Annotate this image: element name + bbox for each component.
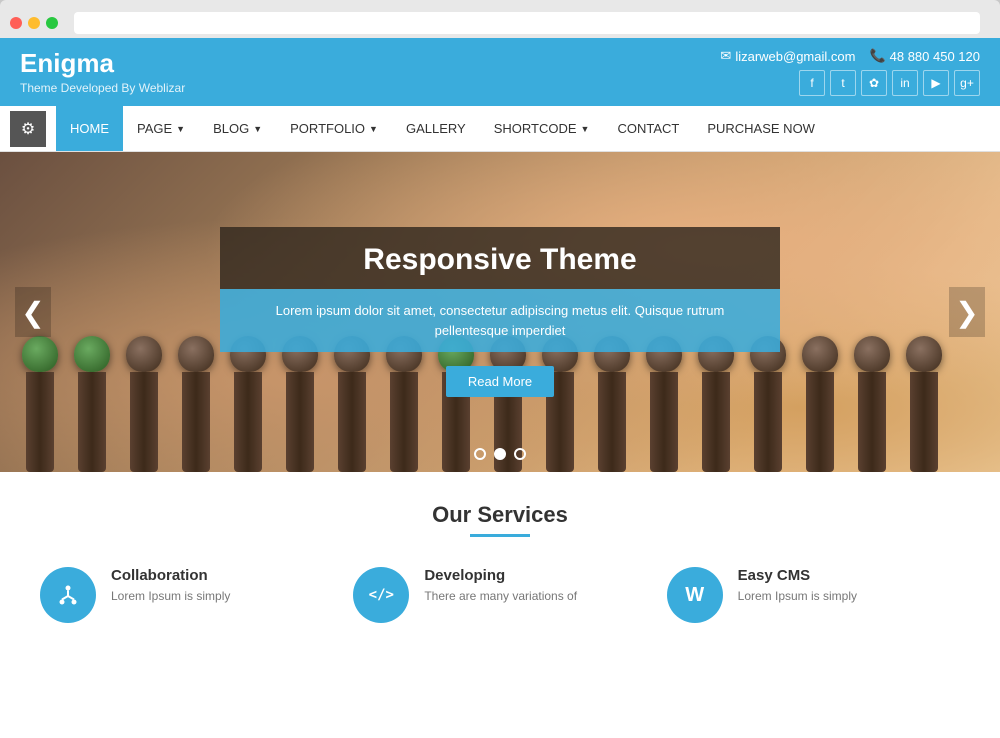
services-grid: Collaboration Lorem Ipsum is simply </> … <box>40 567 960 623</box>
contact-info: ✉ lizarweb@gmail.com 📞 48 880 450 120 <box>720 48 980 64</box>
cms-icon: W <box>667 567 723 623</box>
social-twitter[interactable]: t <box>830 70 856 96</box>
slider-dot-3[interactable] <box>514 448 526 460</box>
hero-description: Lorem ipsum dolor sit amet, consectetur … <box>240 301 760 340</box>
slider-dot-2[interactable] <box>494 448 506 460</box>
knob-16 <box>800 336 840 472</box>
browser-dot-green[interactable] <box>46 17 58 29</box>
portfolio-arrow: ▼ <box>369 124 378 134</box>
hero-desc-box: Lorem ipsum dolor sit amet, consectetur … <box>220 289 780 352</box>
developing-title: Developing <box>424 567 577 584</box>
social-youtube[interactable]: ▶ <box>923 70 949 96</box>
blog-arrow: ▼ <box>253 124 262 134</box>
collaboration-icon <box>40 567 96 623</box>
page-arrow: ▼ <box>176 124 185 134</box>
browser-chrome <box>0 0 1000 38</box>
service-cms-text: Easy CMS Lorem Ipsum is simply <box>738 567 857 605</box>
code-icon: </> <box>369 587 394 603</box>
knob-17 <box>852 336 892 472</box>
hero-overlay: Responsive Theme Lorem ipsum dolor sit a… <box>220 227 780 397</box>
brand-tagline: Theme Developed By Weblizar <box>20 81 185 95</box>
phone-info: 📞 48 880 450 120 <box>869 48 980 64</box>
services-section: Our Services Collaboration Lorem Ip <box>0 472 1000 643</box>
service-cms: W Easy CMS Lorem Ipsum is simply <box>667 567 960 623</box>
social-linkedin[interactable]: in <box>892 70 918 96</box>
email-info: ✉ lizarweb@gmail.com <box>720 48 855 64</box>
email-icon: ✉ <box>720 48 731 64</box>
slider-dot-1[interactable] <box>474 448 486 460</box>
knob-4 <box>176 336 216 472</box>
knob-3 <box>124 336 164 472</box>
read-more-button[interactable]: Read More <box>446 366 554 397</box>
nav-home[interactable]: HOME <box>56 106 123 151</box>
hero-slider: Responsive Theme Lorem ipsum dolor sit a… <box>0 152 1000 472</box>
phone-icon: 📞 <box>869 48 885 64</box>
cms-title: Easy CMS <box>738 567 857 584</box>
service-developing: </> Developing There are many variations… <box>353 567 646 623</box>
wordpress-icon: W <box>685 584 704 607</box>
nav-purchase[interactable]: PURCHASE NOW <box>693 106 829 151</box>
nav-blog[interactable]: BLOG ▼ <box>199 106 276 151</box>
slider-next-button[interactable]: ❯ <box>949 287 985 337</box>
nav-links: HOME PAGE ▼ BLOG ▼ PORTFOLIO ▼ GALLERY S… <box>56 106 829 151</box>
navbar: ⚙ HOME PAGE ▼ BLOG ▼ PORTFOLIO ▼ GALLERY… <box>0 106 1000 152</box>
social-facebook[interactable]: f <box>799 70 825 96</box>
address-bar[interactable] <box>74 12 980 34</box>
hero-title-box: Responsive Theme <box>220 227 780 289</box>
slider-dots <box>474 448 526 460</box>
website: Enigma Theme Developed By Weblizar ✉ liz… <box>0 38 1000 738</box>
knob-2 <box>72 336 112 472</box>
nav-gallery[interactable]: GALLERY <box>392 106 480 151</box>
collaboration-desc: Lorem Ipsum is simply <box>111 588 230 605</box>
header: Enigma Theme Developed By Weblizar ✉ liz… <box>0 38 1000 106</box>
service-collaboration: Collaboration Lorem Ipsum is simply <box>40 567 333 623</box>
browser-dot-red[interactable] <box>10 17 22 29</box>
shortcode-arrow: ▼ <box>581 124 590 134</box>
brand-name: Enigma <box>20 48 185 79</box>
nav-portfolio[interactable]: PORTFOLIO ▼ <box>276 106 392 151</box>
brand: Enigma Theme Developed By Weblizar <box>20 48 185 95</box>
developing-icon: </> <box>353 567 409 623</box>
services-title: Our Services <box>40 502 960 528</box>
hero-title: Responsive Theme <box>250 243 750 277</box>
social-icons: f t ✿ in ▶ g+ <box>720 70 980 96</box>
social-google[interactable]: g+ <box>954 70 980 96</box>
nav-shortcode[interactable]: SHORTCODE ▼ <box>480 106 604 151</box>
email-text: lizarweb@gmail.com <box>735 49 855 64</box>
social-settings[interactable]: ✿ <box>861 70 887 96</box>
knob-1 <box>20 336 60 472</box>
service-developing-text: Developing There are many variations of <box>424 567 577 605</box>
nav-contact[interactable]: CONTACT <box>603 106 693 151</box>
nav-gear-button[interactable]: ⚙ <box>10 111 46 147</box>
collaboration-title: Collaboration <box>111 567 230 584</box>
phone-text: 48 880 450 120 <box>890 49 980 64</box>
header-right: ✉ lizarweb@gmail.com 📞 48 880 450 120 f … <box>720 48 980 96</box>
git-fork-icon <box>56 583 80 607</box>
cms-desc: Lorem Ipsum is simply <box>738 588 857 605</box>
browser-dot-yellow[interactable] <box>28 17 40 29</box>
slider-prev-button[interactable]: ❮ <box>15 287 51 337</box>
developing-desc: There are many variations of <box>424 588 577 605</box>
nav-page[interactable]: PAGE ▼ <box>123 106 199 151</box>
knob-18 <box>904 336 944 472</box>
section-underline <box>470 534 530 537</box>
service-collaboration-text: Collaboration Lorem Ipsum is simply <box>111 567 230 605</box>
